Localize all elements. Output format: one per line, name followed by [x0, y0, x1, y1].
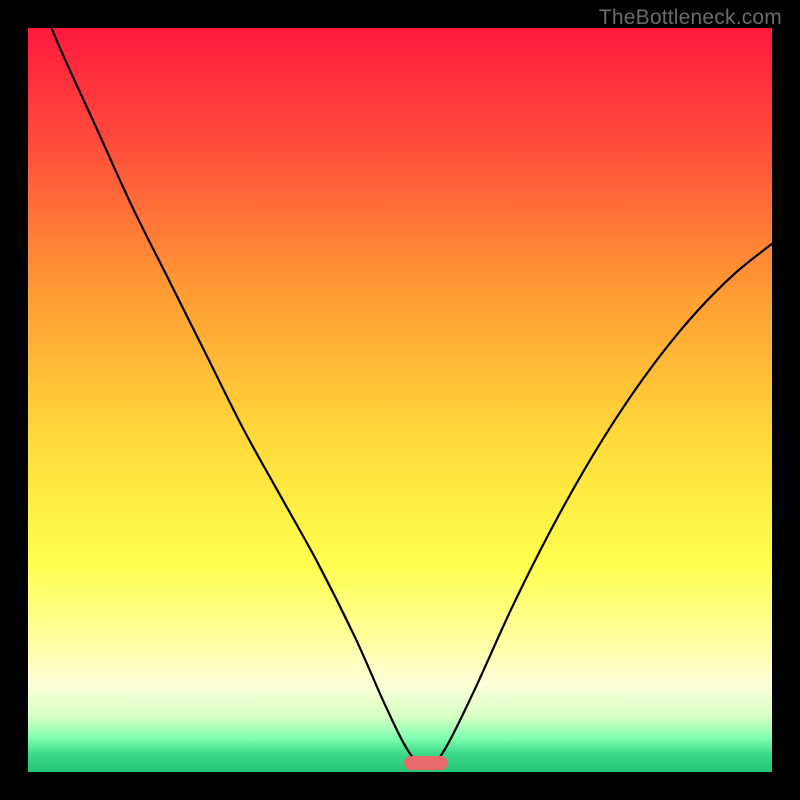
watermark-text: TheBottleneck.com	[599, 6, 782, 30]
bottleneck-chart: TheBottleneck.com	[0, 0, 800, 800]
optimal-marker	[404, 756, 449, 769]
plot-area	[28, 28, 772, 772]
chart-curve-layer	[28, 28, 772, 772]
bottleneck-curve	[28, 28, 772, 768]
